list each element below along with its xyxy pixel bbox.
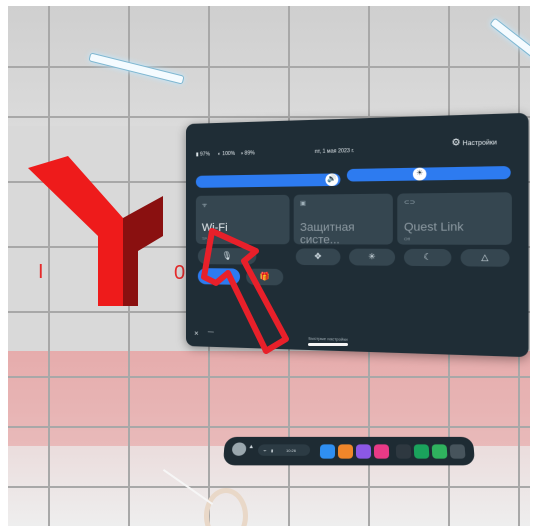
date-label: пт, 1 мая 2023 г. xyxy=(314,147,355,156)
tile-quest-link[interactable]: ⊂⊃ Quest Link Off xyxy=(397,192,512,245)
volume-icon: 🔊 xyxy=(325,173,339,187)
move-icon: ✥ xyxy=(314,251,322,261)
moon-icon: ☾ xyxy=(423,252,432,262)
gear-icon: ⚙ xyxy=(451,136,461,148)
tile-guardian[interactable]: ▣ Защитная систе... ... xyxy=(293,193,393,247)
vr-room-scene: I 0 ▮ 97% ◐ 100% ◑ 89% пт, 1 мая 2023 г.… xyxy=(8,6,530,526)
app-camera-icon[interactable] xyxy=(373,444,390,459)
app-explore-icon[interactable] xyxy=(319,444,336,459)
brightness-toggle[interactable]: ✳ xyxy=(349,248,396,266)
shield-icon: ▣ xyxy=(299,200,306,208)
logo-letter: I xyxy=(38,261,44,283)
battery-icon: ▮ xyxy=(270,448,274,453)
volume-slider[interactable]: 🔊 xyxy=(195,173,341,188)
tile-quest-link-sub: Off xyxy=(403,236,410,242)
logo-letter: 0 xyxy=(174,262,186,284)
floor-boundary-zone xyxy=(8,351,530,446)
app-tv-icon[interactable] xyxy=(413,444,430,459)
avatar[interactable] xyxy=(231,442,247,456)
grid-line xyxy=(8,376,530,378)
panel-grab-handle[interactable] xyxy=(308,343,348,346)
taskbar-clock: 10:26 xyxy=(285,448,297,453)
red-arrow-annotation xyxy=(198,221,298,361)
brightness-icon: ☀ xyxy=(412,167,427,181)
bell-icon[interactable]: ▲ xyxy=(248,444,254,450)
status-pill[interactable]: ᯤ ▮ 10:26 xyxy=(257,444,311,456)
grid-line xyxy=(8,426,530,428)
move-toggle[interactable]: ✥ xyxy=(295,248,341,266)
night-mode-toggle[interactable]: ☾ xyxy=(403,248,452,267)
app-browser-icon[interactable] xyxy=(395,444,412,459)
universal-menu-taskbar: ▲ ᯤ ▮ 10:26 xyxy=(222,436,476,466)
link-icon: ⊂⊃ xyxy=(403,199,416,207)
wifi-icon: ᯤ xyxy=(262,448,267,453)
settings-button[interactable]: ⚙ Настройки xyxy=(451,136,496,149)
grid-line xyxy=(8,66,530,68)
panel-footer-label: Быстрые настройки xyxy=(308,335,348,342)
battery-left-indicator: ◐ 100% xyxy=(217,150,236,158)
app-files-icon[interactable] xyxy=(431,444,448,459)
tile-guardian-sub: ... xyxy=(299,236,304,242)
sun-icon: ✳ xyxy=(368,251,376,262)
app-store-icon[interactable] xyxy=(337,444,354,459)
grid-line xyxy=(8,486,530,488)
warning-toggle[interactable]: △ xyxy=(460,249,510,267)
tile-guardian-title: Защитная систе... xyxy=(299,221,355,247)
app-people-icon[interactable] xyxy=(355,444,372,459)
battery-headset-indicator: ▮ 97% xyxy=(195,151,210,158)
tile-quest-link-title: Quest Link xyxy=(403,220,464,234)
warning-icon: △ xyxy=(481,252,489,263)
brightness-slider[interactable]: ☀ xyxy=(346,165,511,182)
battery-right-indicator: ◑ 89% xyxy=(240,150,255,157)
wifi-icon: ᯤ xyxy=(201,202,208,209)
app-library-icon[interactable] xyxy=(449,444,466,459)
wall-logo xyxy=(28,156,168,316)
